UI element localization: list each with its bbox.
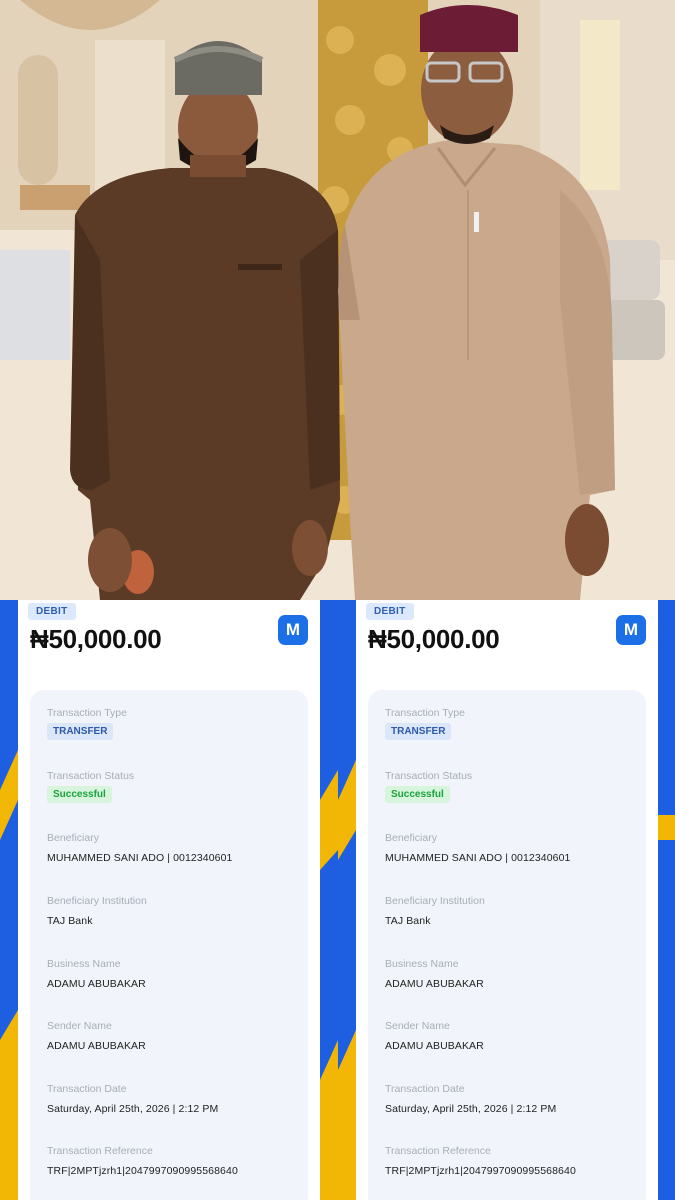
field-label: Transaction Type	[47, 707, 127, 719]
photo-illustration	[0, 0, 675, 600]
receipt-panel-right: DEBIT ₦50,000.00 M Transaction Type TRAN…	[338, 600, 675, 1200]
field-label: Business Name	[385, 958, 459, 970]
field-transaction-status: Transaction Status Successful	[385, 770, 472, 803]
field-label: Sender Name	[385, 1020, 450, 1032]
field-value: Saturday, April 25th, 2026 | 2:12 PM	[385, 1103, 557, 1115]
field-beneficiary: Beneficiary MUHAMMED SANI ADO | 00123406…	[385, 832, 570, 864]
field-label: Transaction Type	[385, 707, 465, 719]
amount: ₦50,000.00	[368, 624, 500, 654]
field-label: Beneficiary Institution	[385, 895, 485, 907]
field-label: Transaction Reference	[47, 1145, 153, 1157]
transaction-type-tag: TRANSFER	[385, 723, 452, 740]
field-transaction-date: Transaction Date Saturday, April 25th, 2…	[385, 1083, 556, 1115]
field-label: Business Name	[47, 958, 121, 970]
receipt-panel-left: DEBIT ₦50,000.00 M Transaction Type TRAN…	[0, 600, 338, 1200]
field-beneficiary-institution: Beneficiary Institution TAJ Bank	[47, 895, 147, 927]
field-transaction-status: Transaction Status Successful	[47, 770, 134, 803]
field-value: TRF|2MPTjzrh1|2047997090995568640	[47, 1165, 238, 1177]
photo-two-men	[0, 0, 675, 600]
transaction-details: Transaction Type TRANSFER Transaction St…	[368, 690, 646, 1200]
transaction-details: Transaction Type TRANSFER Transaction St…	[30, 690, 308, 1200]
receipt-card: DEBIT ₦50,000.00 M Transaction Type TRAN…	[18, 600, 320, 1200]
debit-badge: DEBIT	[28, 603, 76, 620]
field-value: MUHAMMED SANI ADO | 0012340601	[47, 852, 233, 864]
amount: ₦50,000.00	[30, 624, 162, 654]
debit-badge: DEBIT	[366, 603, 414, 620]
field-label: Beneficiary Institution	[47, 895, 147, 907]
field-beneficiary: Beneficiary MUHAMMED SANI ADO | 00123406…	[47, 832, 232, 864]
field-label: Transaction Date	[385, 1083, 465, 1095]
field-value: ADAMU ABUBAKAR	[385, 978, 484, 990]
field-label: Sender Name	[47, 1020, 112, 1032]
field-value: TAJ Bank	[385, 915, 431, 927]
field-value: TRF|2MPTjzrh1|2047997090995568640	[385, 1165, 576, 1177]
field-value: ADAMU ABUBAKAR	[385, 1040, 484, 1052]
field-label: Transaction Status	[385, 770, 473, 782]
field-transaction-type: Transaction Type TRANSFER	[385, 707, 465, 740]
field-value: Saturday, April 25th, 2026 | 2:12 PM	[47, 1103, 219, 1115]
bank-logo-icon: M	[278, 615, 308, 645]
field-value: MUHAMMED SANI ADO | 0012340601	[385, 852, 571, 864]
field-label: Transaction Status	[47, 770, 135, 782]
field-sender-name: Sender Name ADAMU ABUBAKAR	[47, 1020, 146, 1052]
transaction-type-tag: TRANSFER	[47, 723, 114, 740]
field-business-name: Business Name ADAMU ABUBAKAR	[47, 958, 146, 990]
field-label: Beneficiary	[385, 832, 437, 844]
field-label: Beneficiary	[47, 832, 99, 844]
status-badge: Successful	[385, 786, 450, 803]
field-value: ADAMU ABUBAKAR	[47, 1040, 146, 1052]
field-transaction-reference: Transaction Reference TRF|2MPTjzrh1|2047…	[385, 1145, 576, 1177]
bank-logo-icon: M	[616, 615, 646, 645]
field-value: TAJ Bank	[47, 915, 93, 927]
field-transaction-reference: Transaction Reference TRF|2MPTjzrh1|2047…	[47, 1145, 238, 1177]
field-value: ADAMU ABUBAKAR	[47, 978, 146, 990]
receipts-area: DEBIT ₦50,000.00 M Transaction Type TRAN…	[0, 600, 675, 1200]
field-label: Transaction Date	[47, 1083, 127, 1095]
field-business-name: Business Name ADAMU ABUBAKAR	[385, 958, 484, 990]
field-label: Transaction Reference	[385, 1145, 491, 1157]
field-beneficiary-institution: Beneficiary Institution TAJ Bank	[385, 895, 485, 927]
field-transaction-date: Transaction Date Saturday, April 25th, 2…	[47, 1083, 218, 1115]
status-badge: Successful	[47, 786, 112, 803]
receipt-card: DEBIT ₦50,000.00 M Transaction Type TRAN…	[356, 600, 658, 1200]
field-sender-name: Sender Name ADAMU ABUBAKAR	[385, 1020, 484, 1052]
field-transaction-type: Transaction Type TRANSFER	[47, 707, 127, 740]
